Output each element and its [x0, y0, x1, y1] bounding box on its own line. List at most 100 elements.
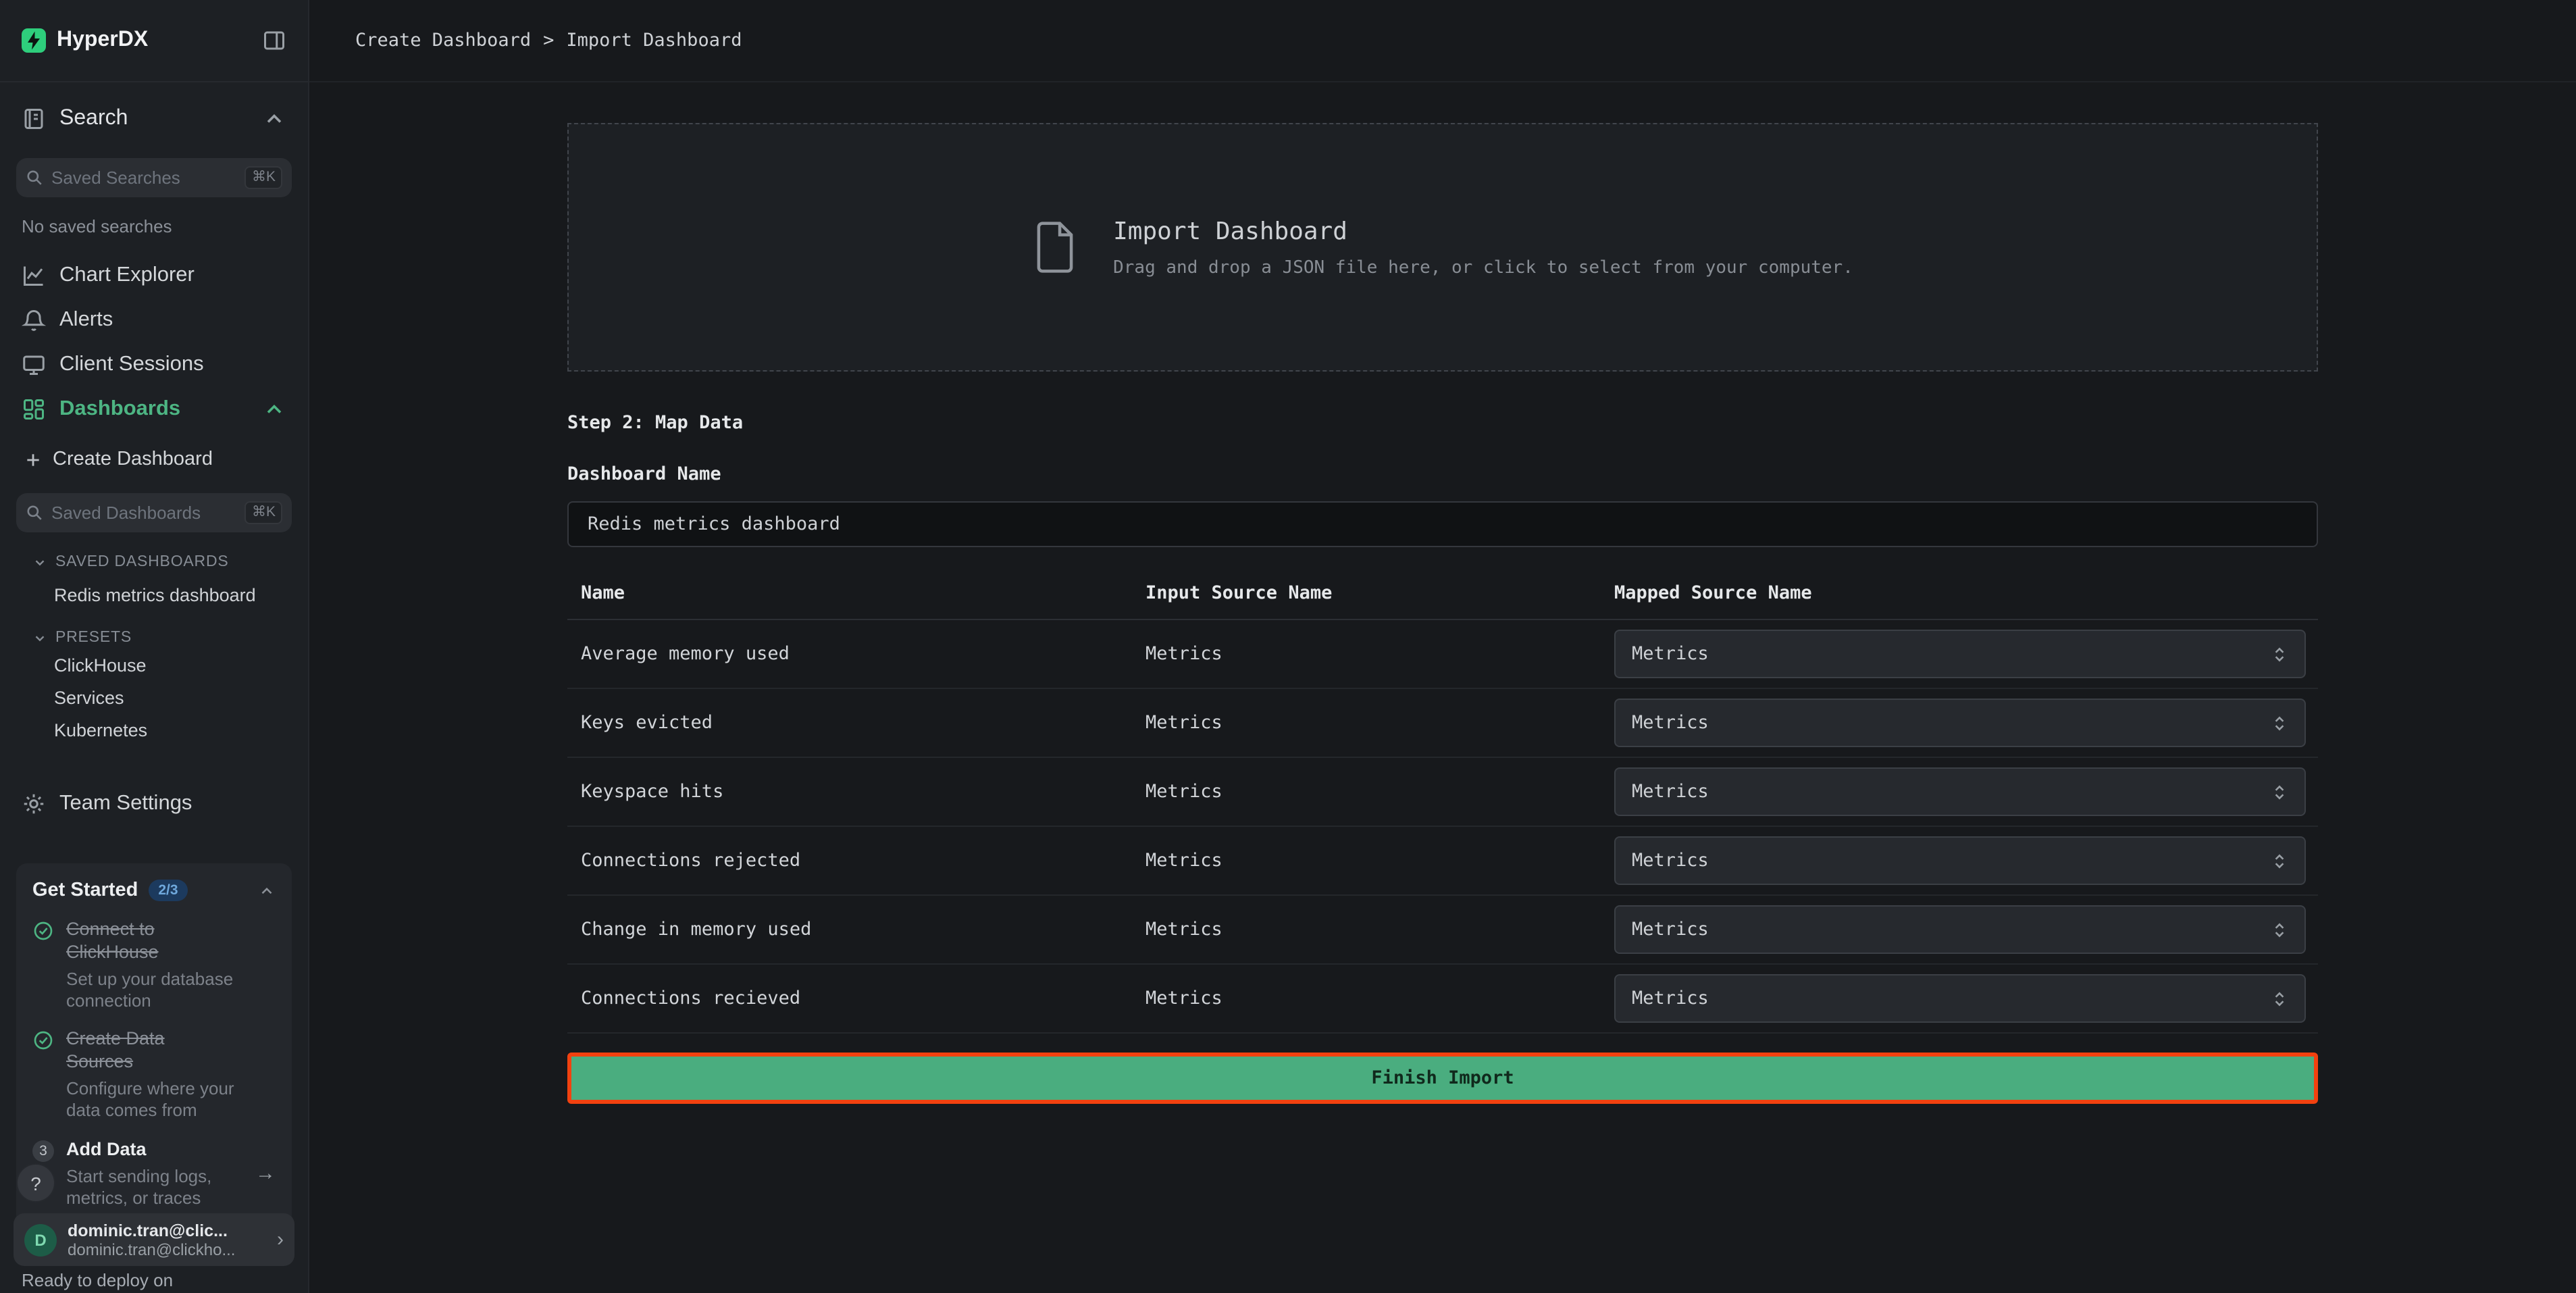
presets-section-toggle[interactable]: PRESETS — [0, 627, 308, 649]
saved-dashboards-searchbox[interactable]: ⌘K — [16, 493, 292, 532]
preset-item-kubernetes[interactable]: Kubernetes — [0, 713, 308, 746]
mapped-source-select[interactable]: Metrics — [1614, 699, 2306, 747]
team-settings-label: Team Settings — [59, 791, 192, 815]
sidebar-nav: Chart Explorer Alerts Client Sessions Da… — [0, 253, 308, 431]
table-row: Keyspace hits Metrics Metrics — [567, 758, 2318, 827]
breadcrumb: Create Dashboard > Import Dashboard — [309, 0, 2576, 82]
select-value: Metrics — [1632, 781, 1709, 803]
sidebar-item-chart-explorer[interactable]: Chart Explorer — [0, 253, 308, 297]
dropzone-subtitle: Drag and drop a JSON file here, or click… — [1113, 257, 1853, 278]
saved-dashboards-section-toggle[interactable]: SAVED DASHBOARDS — [0, 551, 308, 573]
mapped-source-select[interactable]: Metrics — [1614, 767, 2306, 816]
select-value: Metrics — [1632, 919, 1709, 940]
progress-badge: 2/3 — [149, 880, 187, 901]
dropzone-title: Import Dashboard — [1113, 217, 1853, 245]
create-dashboard-label: Create Dashboard — [53, 449, 213, 470]
step-title: Step 2: Map Data — [567, 412, 2318, 434]
table-row: Connections rejected Metrics Metrics — [567, 827, 2318, 896]
table-header-row: Name Input Source Name Mapped Source Nam… — [567, 566, 2318, 620]
breadcrumb-separator: > — [543, 30, 554, 51]
chevron-up-down-icon — [2271, 921, 2288, 938]
preset-item-clickhouse[interactable]: ClickHouse — [0, 649, 308, 681]
import-dropzone[interactable]: Import Dashboard Drag and drop a JSON fi… — [567, 123, 2318, 372]
table-row: Change in memory used Metrics Metrics — [567, 896, 2318, 965]
sidebar-item-alerts[interactable]: Alerts — [0, 297, 308, 342]
dashboard-name-input[interactable] — [567, 501, 2318, 547]
sidebar: HyperDX Search ⌘K No saved searches — [0, 0, 309, 1293]
get-started-item-connect[interactable]: Connect to ClickHouse Set up your databa… — [32, 919, 276, 1011]
chevron-up-down-icon — [2271, 852, 2288, 869]
select-value: Metrics — [1632, 712, 1709, 734]
step-number-badge: 3 — [32, 1140, 54, 1162]
search-section-label: Search — [59, 107, 128, 131]
shortcut-badge: ⌘K — [245, 166, 282, 188]
sidebar-section-search[interactable]: Search — [0, 96, 308, 142]
chevron-up-down-icon — [2271, 783, 2288, 801]
dashboard-name-label: Dashboard Name — [567, 463, 2318, 485]
main-area: Create Dashboard > Import Dashboard Impo… — [309, 0, 2576, 1293]
row-input-source: Metrics — [1145, 919, 1614, 940]
row-name: Connections rejected — [581, 850, 1145, 871]
app-window: HyperDX Search ⌘K No saved searches — [0, 0, 2576, 1293]
mapped-source-select[interactable]: Metrics — [1614, 974, 2306, 1023]
chevron-up-icon — [258, 882, 276, 899]
sidebar-item-client-sessions[interactable]: Client Sessions — [0, 342, 308, 386]
column-header-input-source: Input Source Name — [1145, 582, 1614, 604]
file-icon — [1032, 219, 1078, 276]
page-content: Import Dashboard Drag and drop a JSON fi… — [309, 82, 2576, 1293]
avatar: D — [24, 1223, 57, 1256]
get-started-card: Get Started 2/3 Connect to ClickHouse Se… — [16, 863, 292, 1225]
saved-searches-input[interactable] — [51, 168, 237, 188]
chevron-up-down-icon — [2271, 645, 2288, 663]
section-label: PRESETS — [55, 630, 132, 646]
plus-icon — [24, 451, 42, 468]
get-started-item-add-data[interactable]: 3 Add Data Start sending logs, metrics, … — [32, 1139, 276, 1209]
sidebar-item-team-settings[interactable]: Team Settings — [0, 781, 308, 826]
chevron-down-icon — [32, 630, 47, 645]
table-row: Connections recieved Metrics Metrics — [567, 965, 2318, 1034]
task-subtitle: Configure where your data comes from — [66, 1078, 242, 1121]
breadcrumb-current: Import Dashboard — [566, 30, 742, 51]
mapped-source-select[interactable]: Metrics — [1614, 905, 2306, 954]
section-label: SAVED DASHBOARDS — [55, 554, 229, 570]
select-value: Metrics — [1632, 643, 1709, 665]
mapped-source-select[interactable]: Metrics — [1614, 630, 2306, 678]
nav-label: Client Sessions — [59, 352, 204, 376]
nav-label: Alerts — [59, 307, 113, 332]
hyperdx-logo-icon — [22, 28, 46, 53]
task-title: Connect to ClickHouse — [66, 919, 231, 965]
nav-label: Dashboards — [59, 397, 180, 421]
column-header-mapped-source: Mapped Source Name — [1614, 582, 2318, 604]
get-started-title: Get Started — [32, 880, 138, 901]
brand-name: HyperDX — [57, 28, 148, 53]
promo-line: Ready to deploy on — [22, 1270, 173, 1292]
sidebar-item-dashboards[interactable]: Dashboards — [0, 386, 308, 431]
chevron-up-icon — [262, 397, 286, 421]
finish-import-button[interactable]: Finish Import — [567, 1053, 2318, 1104]
mapped-source-select[interactable]: Metrics — [1614, 836, 2306, 885]
preset-item-services[interactable]: Services — [0, 681, 308, 713]
create-dashboard-button[interactable]: Create Dashboard — [0, 442, 308, 477]
saved-dashboards-input[interactable] — [51, 503, 237, 523]
sidebar-header: HyperDX — [0, 0, 308, 82]
chevron-right-icon: › — [277, 1228, 284, 1251]
select-value: Metrics — [1632, 850, 1709, 871]
task-subtitle: Set up your database connection — [66, 969, 242, 1011]
magnifier-icon — [26, 504, 43, 522]
table-row: Keys evicted Metrics Metrics — [567, 689, 2318, 758]
row-name: Keys evicted — [581, 712, 1145, 734]
task-title: Create Data Sources — [66, 1029, 231, 1075]
user-menu[interactable]: D dominic.tran@clic... dominic.tran@clic… — [14, 1213, 294, 1266]
monitor-icon — [22, 352, 46, 376]
cloud-promo-teaser: Ready to deploy on ClickHouse Cloud? — [22, 1270, 173, 1293]
breadcrumb-parent[interactable]: Create Dashboard — [355, 30, 531, 51]
get-started-item-sources[interactable]: Create Data Sources Configure where your… — [32, 1029, 276, 1121]
get-started-header[interactable]: Get Started 2/3 — [32, 880, 276, 901]
column-header-name: Name — [581, 582, 1145, 604]
shortcut-badge: ⌘K — [245, 501, 282, 524]
saved-searches-searchbox[interactable]: ⌘K — [16, 158, 292, 197]
collapse-sidebar-icon[interactable] — [262, 28, 286, 53]
row-input-source: Metrics — [1145, 712, 1614, 734]
help-button[interactable]: ? — [18, 1165, 54, 1201]
saved-dashboard-item[interactable]: Redis metrics dashboard — [0, 578, 308, 611]
